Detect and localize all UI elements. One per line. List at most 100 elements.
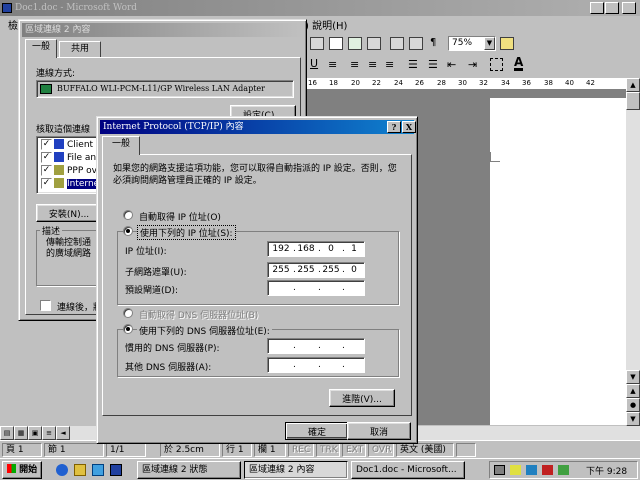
align-left-icon[interactable]: ≡ — [328, 58, 337, 71]
increase-indent-icon[interactable]: ⇥ — [468, 58, 477, 71]
description-label: 描述 — [40, 224, 63, 237]
use-ip-radio[interactable] — [123, 226, 133, 236]
status-rec[interactable]: REC — [288, 443, 314, 457]
ime-tray-icon[interactable] — [542, 465, 553, 475]
excel-icon[interactable] — [348, 37, 362, 50]
maximize-icon[interactable]: □ — [605, 2, 619, 14]
status-page: 頁 1 — [2, 443, 42, 457]
document-page[interactable] — [490, 98, 626, 425]
desktop-quicklaunch-icon[interactable] — [92, 464, 104, 476]
clock[interactable]: 下午 9:28 — [586, 464, 627, 477]
use-dns-label[interactable]: 使用下列的 DNS 伺服器位址(E): — [137, 324, 272, 337]
help-button[interactable]: ? — [387, 121, 401, 133]
ruler-tick-label: 40 — [565, 79, 574, 87]
word-menu-left-fragment[interactable]: 檢 — [8, 17, 18, 32]
auto-ip-radio[interactable] — [123, 210, 133, 220]
tcpip-title-text: Internet Protocol (TCP/IP) 內容 — [103, 122, 244, 132]
tcpip-title-bar: Internet Protocol (TCP/IP) 內容 ? X — [100, 120, 416, 134]
network-tray-icon[interactable] — [494, 465, 505, 475]
justify-icon[interactable]: ≡ — [385, 58, 394, 71]
subnet-mask-field[interactable]: 255 . 255 . 255 . 0 — [267, 262, 365, 278]
install-button[interactable]: 安裝(N)... — [36, 204, 102, 222]
print-view-icon[interactable]: ▣ — [28, 426, 42, 440]
tab-general[interactable]: 一般 — [102, 136, 140, 155]
task-lan-status[interactable]: 區域連線 2 狀態 — [137, 461, 241, 479]
scroll-up-icon[interactable]: ▲ — [626, 78, 640, 92]
auto-ip-label[interactable]: 自動取得 IP 位址(O) — [139, 210, 221, 223]
task-word-doc[interactable]: Doc1.doc - Microsoft... — [351, 461, 465, 479]
minimize-icon[interactable]: _ — [590, 2, 604, 14]
tab-general[interactable]: 一般 — [25, 39, 57, 58]
task-lan-properties[interactable]: 區域連線 2 內容 — [244, 461, 348, 479]
tab-sharing[interactable]: 共用 — [59, 41, 101, 58]
zoom-select[interactable]: 75% ▼ — [448, 36, 496, 51]
ruler-tick-label: 42 — [586, 79, 595, 87]
bullets-icon[interactable]: ☰ — [428, 58, 438, 71]
next-page-icon[interactable]: ▼ — [626, 412, 640, 426]
ruler-tick-label: 38 — [544, 79, 553, 87]
use-dns-radio[interactable] — [123, 324, 133, 334]
show-hide-icon[interactable]: ¶ — [430, 37, 444, 50]
underline-icon[interactable]: U — [310, 57, 318, 70]
prev-page-icon[interactable]: ▲ — [626, 384, 640, 398]
antivirus-tray-icon[interactable] — [526, 465, 537, 475]
gateway-field[interactable]: . . . — [267, 280, 365, 296]
outlook-quicklaunch-icon[interactable] — [74, 464, 86, 476]
dns-dot: . — [293, 341, 296, 351]
menu-help[interactable]: ) 說明(H) — [305, 21, 347, 32]
use-ip-label[interactable]: 使用下列的 IP 位址(S): — [137, 225, 236, 240]
decrease-indent-icon[interactable]: ⇤ — [447, 58, 456, 71]
close-button[interactable]: X — [402, 121, 416, 133]
columns-icon[interactable] — [367, 37, 381, 50]
drawing-icon[interactable] — [390, 37, 404, 50]
font-color-icon[interactable]: A — [514, 56, 524, 71]
normal-view-icon[interactable]: ▤ — [0, 426, 14, 440]
component-checkbox-2[interactable]: ✓ — [41, 152, 52, 163]
preferred-dns-field[interactable]: . . . — [267, 338, 365, 354]
ie-quicklaunch-icon[interactable] — [56, 464, 68, 476]
align-center-icon[interactable]: ≡ — [350, 58, 359, 71]
insert-table-icon[interactable] — [329, 37, 343, 50]
taskbar: 開始 區域連線 2 狀態 區域連線 2 內容 Doc1.doc - Micros… — [0, 458, 640, 480]
adapter-name: BUFFALO WLI-PCM-L11/GP Wireless LAN Adap… — [57, 84, 265, 93]
start-button[interactable]: 開始 — [2, 461, 42, 479]
cancel-button[interactable]: 取消 — [347, 422, 411, 440]
align-right-icon[interactable]: ≡ — [368, 58, 377, 71]
component-checkbox-3[interactable]: ✓ — [41, 165, 52, 176]
ok-button[interactable]: 確定 — [285, 422, 349, 440]
numbering-icon[interactable]: ☰ — [408, 58, 418, 71]
volume-tray-icon[interactable] — [510, 465, 521, 475]
component-1-label[interactable]: Client f — [67, 140, 99, 150]
status-position: 於 2.5cm — [160, 443, 220, 457]
status-ext[interactable]: EXT — [342, 443, 366, 457]
scroll-down-icon[interactable]: ▼ — [626, 370, 640, 384]
outline-view-icon[interactable]: ≡ — [42, 426, 56, 440]
zoom-value: 75% — [452, 38, 473, 48]
office-assistant-icon[interactable] — [500, 37, 514, 50]
component-checkbox-4[interactable]: ✓ — [41, 178, 52, 189]
spelling-status-icon[interactable] — [456, 443, 476, 457]
vertical-scrollbar[interactable]: ▲ ▼ ▲ ● ▼ — [626, 78, 640, 426]
word-quicklaunch-icon[interactable] — [110, 464, 122, 476]
cancel-label: 取消 — [369, 427, 388, 438]
status-ovr[interactable]: OVR — [368, 443, 394, 457]
web-view-icon[interactable]: ▦ — [14, 426, 28, 440]
table-icon[interactable] — [310, 37, 324, 50]
show-icon-checkbox[interactable] — [40, 300, 51, 311]
status-trk[interactable]: TRK — [316, 443, 340, 457]
scroll-thumb[interactable] — [626, 92, 640, 110]
hscroll-left-icon[interactable]: ◄ — [56, 426, 70, 440]
border-icon[interactable] — [490, 58, 503, 71]
ruler-tick-label: 16 — [308, 79, 317, 87]
document-map-icon[interactable] — [409, 37, 423, 50]
display-tray-icon[interactable] — [558, 465, 569, 475]
browse-object-icon[interactable]: ● — [626, 398, 640, 412]
close-icon[interactable]: × — [622, 2, 636, 14]
advanced-button[interactable]: 進階(V)... — [329, 389, 395, 407]
component-checkbox-1[interactable]: ✓ — [41, 139, 52, 150]
alternate-dns-field[interactable]: . . . — [267, 357, 365, 373]
ruler-tick-label: 20 — [351, 79, 360, 87]
file-sharing-icon — [54, 152, 64, 162]
ip-address-field[interactable]: 192 . 168 . 0 . 1 — [267, 241, 365, 257]
protocol-icon-2 — [54, 178, 64, 188]
